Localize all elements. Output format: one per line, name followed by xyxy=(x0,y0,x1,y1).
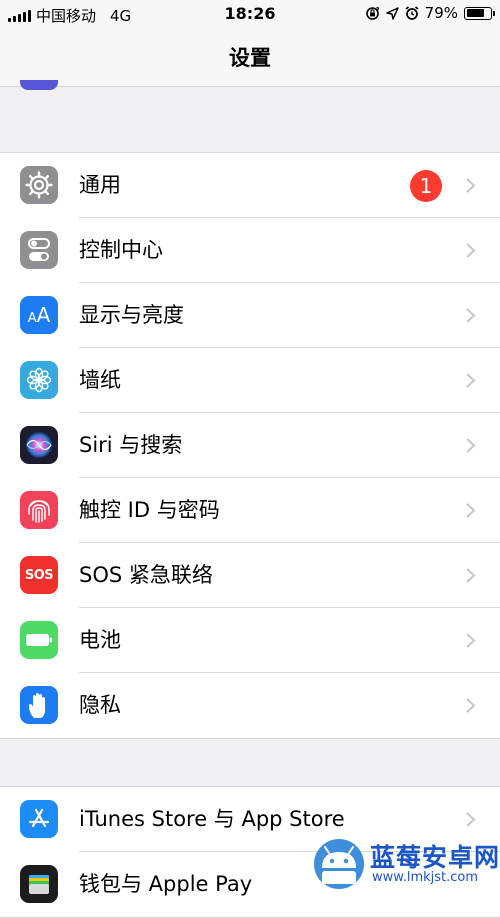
settings-row-label: iTunes Store 与 App Store xyxy=(79,807,345,831)
settings-row-control-center[interactable]: 控制中心 xyxy=(0,218,500,283)
settings-row-touch-id-passcode[interactable]: 触控 ID 与密码 xyxy=(0,478,500,543)
chevron-right-icon xyxy=(466,178,476,193)
chevron-right-icon xyxy=(466,568,476,583)
page-title: 设置 xyxy=(229,46,271,70)
settings-row-label: 隐私 xyxy=(79,693,121,717)
location-arrow-icon xyxy=(385,6,399,20)
sos-icon-text: SOS xyxy=(24,567,54,583)
chevron-right-icon xyxy=(466,243,476,258)
chevron-right-icon xyxy=(466,812,476,827)
settings-row-wallpaper[interactable]: 墙纸 xyxy=(0,348,500,413)
chevron-right-icon xyxy=(466,308,476,323)
text-size-small-glyph: A xyxy=(27,310,37,326)
chevron-right-icon xyxy=(466,503,476,518)
wallet-icon xyxy=(20,865,58,903)
settings-row-label: 显示与亮度 xyxy=(79,303,184,327)
chevron-right-icon xyxy=(466,373,476,388)
settings-row-label: Siri 与搜索 xyxy=(79,433,183,457)
settings-row-label: 通用 xyxy=(79,173,121,197)
watermark: 蓝莓安卓网 www.lmkjst.com xyxy=(312,834,500,889)
status-right: 79% xyxy=(365,4,495,22)
flower-icon xyxy=(20,361,58,399)
settings-row-display-brightness[interactable]: AA 显示与亮度 xyxy=(0,283,500,348)
settings-row-label: 电池 xyxy=(79,628,121,652)
notification-badge: 1 xyxy=(410,170,442,202)
settings-row-battery[interactable]: 电池 xyxy=(0,608,500,673)
settings-row-label: 控制中心 xyxy=(79,238,163,262)
navigation-bar: 设置 xyxy=(0,28,500,87)
android-robot-logo-icon xyxy=(314,839,364,889)
settings-row-label: 钱包与 Apple Pay xyxy=(79,872,253,896)
battery-icon xyxy=(20,621,58,659)
settings-row-general[interactable]: 通用 1 xyxy=(0,153,500,218)
battery-percent: 79% xyxy=(424,4,458,22)
battery-icon xyxy=(464,6,495,20)
toggles-icon xyxy=(20,231,58,269)
settings-row-siri-search[interactable]: Siri 与搜索 xyxy=(0,413,500,478)
status-bar: 中国移动 4G 18:26 79% xyxy=(0,0,500,28)
settings-row-privacy[interactable]: 隐私 xyxy=(0,673,500,738)
text-size-icon: AA xyxy=(20,296,58,334)
settings-row-label: 触控 ID 与密码 xyxy=(79,498,220,522)
chevron-right-icon xyxy=(466,698,476,713)
sos-icon: SOS xyxy=(20,556,58,594)
settings-row-emergency-sos[interactable]: SOS SOS 紧急联络 xyxy=(0,543,500,608)
settings-row-label: 墙纸 xyxy=(79,368,121,392)
chevron-right-icon xyxy=(466,438,476,453)
watermark-url: www.lmkjst.com xyxy=(372,870,479,885)
app-store-icon xyxy=(20,800,58,838)
siri-icon xyxy=(20,426,58,464)
text-size-large-glyph: A xyxy=(36,303,51,327)
watermark-brand: 蓝莓安卓网 xyxy=(370,843,500,872)
partially-hidden-icon xyxy=(20,80,58,90)
gear-icon xyxy=(20,166,58,204)
hand-icon xyxy=(20,686,58,724)
fingerprint-icon xyxy=(20,491,58,529)
chevron-right-icon xyxy=(466,633,476,648)
settings-row-label: SOS 紧急联络 xyxy=(79,563,213,587)
orientation-lock-icon xyxy=(365,6,379,20)
alarm-icon xyxy=(405,6,419,20)
settings-group-1: 通用 1 控制中心 AA 显示与亮度 墙纸 Siri 与搜索 触控 ID 与密码… xyxy=(0,152,500,739)
